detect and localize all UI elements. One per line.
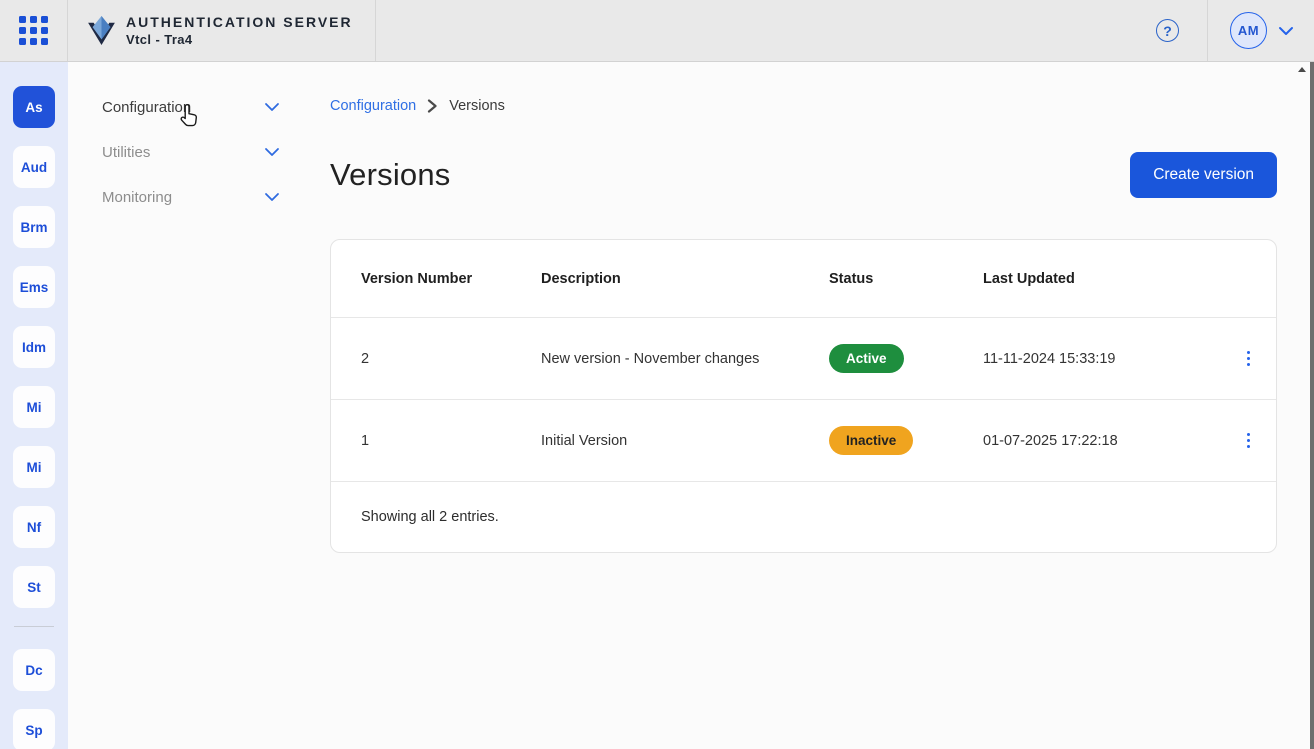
avatar[interactable]: AM <box>1230 12 1267 49</box>
chevron-down-icon <box>264 192 280 202</box>
chevron-down-icon <box>264 102 280 112</box>
help-icon[interactable]: ? <box>1156 19 1179 42</box>
cell-description: Initial Version <box>541 433 829 449</box>
chevron-right-icon <box>427 99 438 113</box>
row-actions-kebab-icon[interactable] <box>1241 427 1257 455</box>
sidebar-item-aud[interactable]: Aud <box>13 146 55 188</box>
sidebar-divider <box>14 626 54 627</box>
account-menu[interactable]: AM <box>1208 0 1314 61</box>
page-title: Versions <box>330 157 451 193</box>
sidebar-item-dc[interactable]: Dc <box>13 649 55 691</box>
breadcrumb-current: Versions <box>449 98 505 114</box>
cell-last-updated: 11-11-2024 15:33:19 <box>983 351 1221 367</box>
module-sidebar: As Aud Brm Ems Idm Mi Mi Nf St Dc Sp <box>0 62 68 749</box>
main-content: Configuration Versions Versions Create v… <box>304 62 1314 749</box>
chevron-down-icon <box>264 147 280 157</box>
sidebar-item-nf[interactable]: Nf <box>13 506 55 548</box>
breadcrumb-link-configuration[interactable]: Configuration <box>330 98 416 114</box>
row-actions-kebab-icon[interactable] <box>1241 345 1257 373</box>
versions-table: Version Number Description Status Last U… <box>330 239 1277 553</box>
sidebar-item-mi-2[interactable]: Mi <box>13 446 55 488</box>
entries-summary: Showing all 2 entries. <box>361 509 1221 525</box>
app-title: AUTHENTICATION SERVER <box>126 14 353 30</box>
section-nav: Configuration Utilities Monitoring <box>68 62 304 749</box>
app-window: AUTHENTICATION SERVER Vtcl - Tra4 ? AM A… <box>0 0 1314 749</box>
sidebar-item-ems[interactable]: Ems <box>13 266 55 308</box>
scrollbar-track[interactable] <box>1310 62 1314 749</box>
app-logo-icon <box>88 16 115 45</box>
breadcrumb: Configuration Versions <box>330 98 1277 114</box>
sidebar-item-idm[interactable]: Idm <box>13 326 55 368</box>
top-header: AUTHENTICATION SERVER Vtcl - Tra4 ? AM <box>0 0 1314 62</box>
table-header-row: Version Number Description Status Last U… <box>331 240 1276 318</box>
nav-item-label: Utilities <box>102 144 150 161</box>
nav-item-configuration[interactable]: Configuration <box>102 95 280 119</box>
cell-version-number: 1 <box>361 433 541 449</box>
cell-last-updated: 01-07-2025 17:22:18 <box>983 433 1221 449</box>
sidebar-item-mi-1[interactable]: Mi <box>13 386 55 428</box>
brand-block: AUTHENTICATION SERVER Vtcl - Tra4 <box>68 0 376 61</box>
column-header-version-number: Version Number <box>361 271 541 287</box>
app-launcher-button[interactable] <box>0 0 68 61</box>
sidebar-item-st[interactable]: St <box>13 566 55 608</box>
nav-item-label: Configuration <box>102 99 191 116</box>
status-badge: Active <box>829 344 904 373</box>
table-row: 2 New version - November changes Active … <box>331 318 1276 400</box>
app-subtitle: Vtcl - Tra4 <box>126 32 353 47</box>
table-footer: Showing all 2 entries. <box>331 482 1276 552</box>
create-version-button[interactable]: Create version <box>1130 152 1277 198</box>
sidebar-item-sp[interactable]: Sp <box>13 709 55 749</box>
nav-item-label: Monitoring <box>102 189 172 206</box>
sidebar-item-brm[interactable]: Brm <box>13 206 55 248</box>
cell-version-number: 2 <box>361 351 541 367</box>
column-header-status: Status <box>829 271 983 287</box>
brand-text: AUTHENTICATION SERVER Vtcl - Tra4 <box>126 14 353 47</box>
sidebar-item-as[interactable]: As <box>13 86 55 128</box>
table-row: 1 Initial Version Inactive 01-07-2025 17… <box>331 400 1276 482</box>
nav-item-monitoring[interactable]: Monitoring <box>102 185 280 209</box>
column-header-last-updated: Last Updated <box>983 271 1221 287</box>
chevron-down-icon <box>1278 26 1294 36</box>
grid-menu-icon <box>19 16 48 45</box>
scroll-up-arrow[interactable] <box>1298 67 1306 72</box>
status-badge: Inactive <box>829 426 913 455</box>
column-header-description: Description <box>541 271 829 287</box>
nav-item-utilities[interactable]: Utilities <box>102 140 280 164</box>
cell-description: New version - November changes <box>541 351 829 367</box>
